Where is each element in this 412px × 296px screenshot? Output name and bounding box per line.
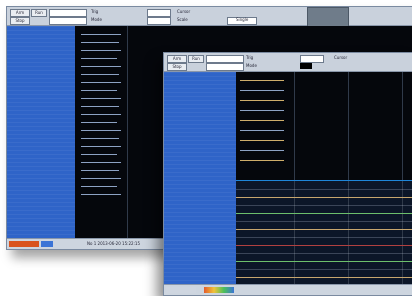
record-indicator — [9, 241, 39, 247]
trace — [236, 277, 412, 278]
mode-field[interactable] — [206, 63, 244, 71]
run-button[interactable]: Run — [188, 55, 204, 63]
mode-field[interactable] — [49, 17, 87, 25]
status-text: No 1 2013-06-20 15:22:15 — [87, 241, 141, 246]
status-bar — [164, 284, 412, 295]
stop-button[interactable]: Stop — [10, 17, 30, 25]
single-label: Single — [236, 17, 249, 22]
grid-line — [402, 72, 403, 181]
arm-button[interactable]: Arm — [167, 55, 187, 63]
cursor-label: Cursor — [177, 9, 191, 14]
mode-indicator — [41, 241, 53, 247]
status-field — [166, 287, 196, 293]
front-window: Arm Run Stop Trig Mode Cursor — [163, 52, 412, 296]
cursor-line[interactable] — [127, 26, 128, 239]
trigger-field[interactable] — [206, 55, 244, 63]
trace-list — [81, 34, 126, 204]
trace — [236, 213, 412, 214]
grid-line — [348, 72, 349, 181]
upper-plot[interactable] — [236, 72, 412, 181]
rate-field[interactable] — [147, 17, 171, 25]
trace — [236, 245, 412, 246]
trigger-field[interactable] — [49, 9, 87, 17]
toolbar: Arm Run Stop Trig Mode Cursor Scale Sing… — [7, 7, 412, 26]
grid-line — [294, 72, 295, 181]
scale-label: Scale — [177, 17, 188, 22]
channel-sidebar[interactable] — [7, 26, 75, 239]
run-button[interactable]: Run — [31, 9, 47, 17]
stop-button[interactable]: Stop — [167, 63, 187, 71]
trace-list — [240, 80, 285, 170]
arm-button[interactable]: Arm — [10, 9, 30, 17]
cursor-label: Cursor — [334, 55, 348, 60]
mode-label: Mode — [91, 17, 102, 22]
mode-label: Mode — [246, 63, 257, 68]
channel-sidebar[interactable] — [164, 72, 236, 285]
trace — [236, 261, 412, 262]
sample-field[interactable] — [300, 55, 324, 63]
lower-plot[interactable] — [236, 181, 412, 285]
trig-label: Trig — [91, 9, 99, 14]
trig-label: Trig — [246, 55, 254, 60]
trace — [236, 197, 412, 198]
toolbar: Arm Run Stop Trig Mode Cursor — [164, 53, 412, 72]
sample-field[interactable] — [147, 9, 171, 17]
color-legend — [204, 287, 234, 293]
color-swatch[interactable] — [300, 63, 312, 69]
trace — [236, 229, 412, 230]
